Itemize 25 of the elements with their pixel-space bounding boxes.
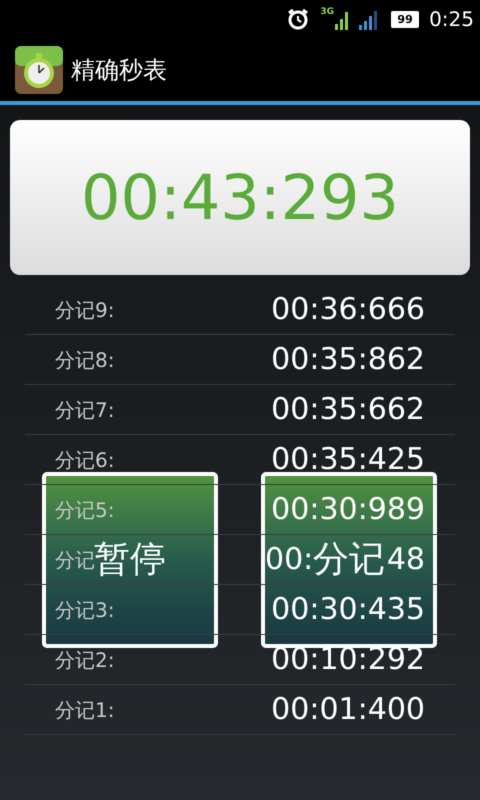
- network-type-label: 3G: [320, 8, 334, 17]
- lap-label: 分记2:: [55, 646, 114, 674]
- lap-label: 分记8:: [55, 346, 114, 374]
- app-title: 精确秒表: [71, 54, 167, 86]
- lap-time: 00:35:662: [271, 394, 425, 424]
- timer-display: 00:43:293: [10, 120, 470, 275]
- lap-time: 00:30:989: [271, 494, 425, 524]
- lap-time: 00:35:425: [271, 444, 425, 474]
- lap-label: 分记6:: [55, 446, 114, 474]
- lap-time: 00:30:435: [271, 594, 425, 624]
- lap-label: 分记3:: [55, 596, 114, 624]
- lap-label: 分记5:: [55, 496, 114, 524]
- battery-indicator: 99: [391, 10, 420, 28]
- lap-label: 分记: [55, 548, 95, 572]
- lap-time: 00:01:400: [271, 694, 425, 724]
- lap-label: 分记9:: [55, 296, 114, 324]
- stopwatch-app-icon: [15, 46, 63, 94]
- lap-time: 00:36:666: [271, 294, 425, 324]
- lap-time: 48: [386, 544, 425, 574]
- lap-time: 00:: [265, 544, 314, 574]
- lap-label: 分记7:: [55, 396, 114, 424]
- lap-label: 分记1:: [55, 696, 114, 724]
- alarm-clock-icon: [286, 7, 310, 31]
- clock-time: 0:25: [429, 6, 474, 33]
- lap-time: 00:35:862: [271, 344, 425, 374]
